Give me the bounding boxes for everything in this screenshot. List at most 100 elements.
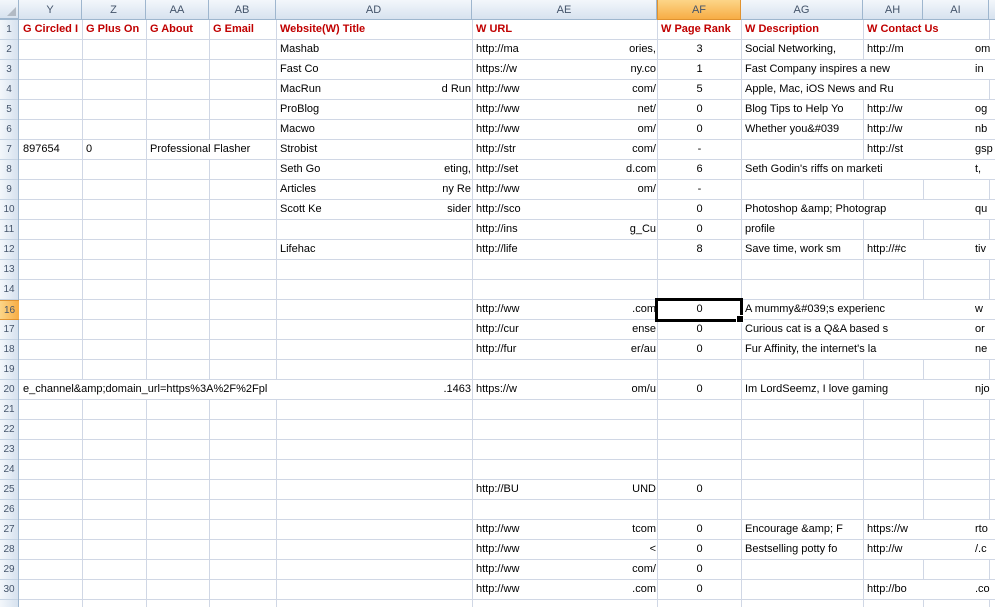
cell-AE28[interactable]: http://ww< (473, 540, 657, 559)
cell-AG10[interactable]: Photoshop &amp; Photograp (742, 200, 995, 219)
cell-AF5[interactable]: 0 (658, 100, 741, 119)
cell-AE6[interactable]: http://wwom/ (473, 120, 657, 139)
cell-AE17[interactable]: http://curense (473, 320, 657, 339)
cell-AF6[interactable]: 0 (658, 120, 741, 139)
row-header-8[interactable]: 8 (0, 160, 18, 180)
cell-AD9[interactable]: Articlesny Re (277, 180, 472, 199)
cell-AE29[interactable]: http://wwcom/ (473, 560, 657, 579)
row-header-24[interactable]: 24 (0, 460, 18, 480)
cell-AG11[interactable]: profile (742, 220, 863, 239)
cell-AG12[interactable]: Save time, work sm (742, 240, 863, 259)
column-header-AG[interactable]: AG (741, 0, 863, 19)
row-header-2[interactable]: 2 (0, 40, 18, 60)
column-header-AF[interactable]: AF (657, 0, 741, 20)
cell-AD10[interactable]: Scott Kesider (277, 200, 472, 219)
cell-Y1[interactable]: G Circled I (20, 20, 82, 39)
cell-AD3[interactable]: Fast Co (277, 60, 472, 79)
row-header-23[interactable]: 23 (0, 440, 18, 460)
cell-AH2[interactable]: http://m (864, 40, 989, 59)
cell-AE27[interactable]: http://wwtcom (473, 520, 657, 539)
cell-AH12[interactable]: http://#c (864, 240, 989, 259)
cell-AH5[interactable]: http://w (864, 100, 989, 119)
cell-AG1[interactable]: W Description (742, 20, 863, 39)
cell-AF1[interactable]: W Page Rank (658, 20, 741, 39)
cell-AE18[interactable]: http://furer/au (473, 340, 657, 359)
cell-AG6[interactable]: Whether you&#039 (742, 120, 863, 139)
cell-AF4[interactable]: 5 (658, 80, 741, 99)
cell-AE30[interactable]: http://ww.com (473, 580, 657, 599)
row-header-27[interactable]: 27 (0, 520, 18, 540)
cell-AE11[interactable]: http://insg_Cu (473, 220, 657, 239)
row-header-14[interactable]: 14 (0, 280, 18, 300)
cell-AG2[interactable]: Social Networking, (742, 40, 863, 59)
cell-AF29[interactable]: 0 (658, 560, 741, 579)
row-header-12[interactable]: 12 (0, 240, 18, 260)
row-header-1[interactable]: 1 (0, 20, 18, 40)
column-header-partial[interactable] (989, 0, 995, 19)
column-header-Z[interactable]: Z (82, 0, 146, 19)
row-header-25[interactable]: 25 (0, 480, 18, 500)
row-header-26[interactable]: 26 (0, 500, 18, 520)
row-header-17[interactable]: 17 (0, 320, 18, 340)
cell-AE25[interactable]: http://BUUND (473, 480, 657, 499)
cell-AE5[interactable]: http://wwnet/ (473, 100, 657, 119)
row-header-21[interactable]: 21 (0, 400, 18, 420)
cell-AB1[interactable]: G Email (210, 20, 276, 39)
cell-AD1[interactable]: Website(W) Title (277, 20, 472, 39)
cell-AE1[interactable]: W URL (473, 20, 657, 39)
cell-AE20[interactable]: https://wom/u (473, 380, 657, 399)
cell-AF20[interactable]: 0 (658, 380, 741, 399)
column-header-AD[interactable]: AD (276, 0, 472, 19)
cell-AF28[interactable]: 0 (658, 540, 741, 559)
cell-AG8[interactable]: Seth Godin's riffs on marketi (742, 160, 995, 179)
cell-AG5[interactable]: Blog Tips to Help Yo (742, 100, 863, 119)
row-header-20[interactable]: 20 (0, 380, 18, 400)
cell-AG18[interactable]: Fur Affinity, the internet's la (742, 340, 995, 359)
cell-AE3[interactable]: https://wny.co (473, 60, 657, 79)
row-header-13[interactable]: 13 (0, 260, 18, 280)
cell-AE12[interactable]: http://life (473, 240, 657, 259)
cell-AE4[interactable]: http://wwcom/ (473, 80, 657, 99)
row-header-4[interactable]: 4 (0, 80, 18, 100)
row-header-10[interactable]: 10 (0, 200, 18, 220)
cell-AF12[interactable]: 8 (658, 240, 741, 259)
cell-AE16[interactable]: http://ww.com (473, 300, 657, 319)
cell-AF27[interactable]: 0 (658, 520, 741, 539)
row-header-30[interactable]: 30 (0, 580, 18, 600)
column-header-AB[interactable]: AB (209, 0, 276, 19)
cell-AH1[interactable]: W Contact Us (864, 20, 989, 39)
cell-Z1[interactable]: G Plus On (83, 20, 146, 39)
cell-AE8[interactable]: http://setd.com (473, 160, 657, 179)
cell-AG16[interactable]: A mummy&#039;s experienc (742, 300, 995, 319)
cell-AG28[interactable]: Bestselling potty fo (742, 540, 863, 559)
cell-AG20[interactable]: Im LordSeemz, I love gaming (742, 380, 995, 399)
cell-AE7[interactable]: http://strcom/ (473, 140, 657, 159)
row-header-6[interactable]: 6 (0, 120, 18, 140)
cell-AG4[interactable]: Apple, Mac, iOS News and Ru (742, 80, 989, 99)
cell-AG3[interactable]: Fast Company inspires a new (742, 60, 995, 79)
cell-AE10[interactable]: http://sco (473, 200, 657, 219)
cell-AF30[interactable]: 0 (658, 580, 741, 599)
select-all-corner[interactable] (0, 0, 19, 19)
row-header-28[interactable]: 28 (0, 540, 18, 560)
cell-AD8[interactable]: Seth Goeting, (277, 160, 472, 179)
cell-AF18[interactable]: 0 (658, 340, 741, 359)
cell-AG27[interactable]: Encourage &amp; F (742, 520, 863, 539)
cell-AG17[interactable]: Curious cat is a Q&A based s (742, 320, 995, 339)
row-header-7[interactable]: 7 (0, 140, 18, 160)
cell-AA1[interactable]: G About (147, 20, 209, 39)
column-header-AA[interactable]: AA (146, 0, 209, 19)
row-header-9[interactable]: 9 (0, 180, 18, 200)
cell-AH30[interactable]: http://bo (864, 580, 989, 599)
cell-AF8[interactable]: 6 (658, 160, 741, 179)
row-header-18[interactable]: 18 (0, 340, 18, 360)
column-header-AH[interactable]: AH (863, 0, 923, 19)
cell-AD2[interactable]: Mashab (277, 40, 472, 59)
cell-AF3[interactable]: 1 (658, 60, 741, 79)
cell-AA7[interactable]: Professional Flasher (147, 140, 276, 159)
row-header-5[interactable]: 5 (0, 100, 18, 120)
cell-Z7[interactable]: 0 (83, 140, 146, 159)
cell-AE2[interactable]: http://maories, (473, 40, 657, 59)
row-header-16[interactable]: 16 (0, 300, 19, 320)
fill-handle[interactable] (736, 315, 744, 323)
